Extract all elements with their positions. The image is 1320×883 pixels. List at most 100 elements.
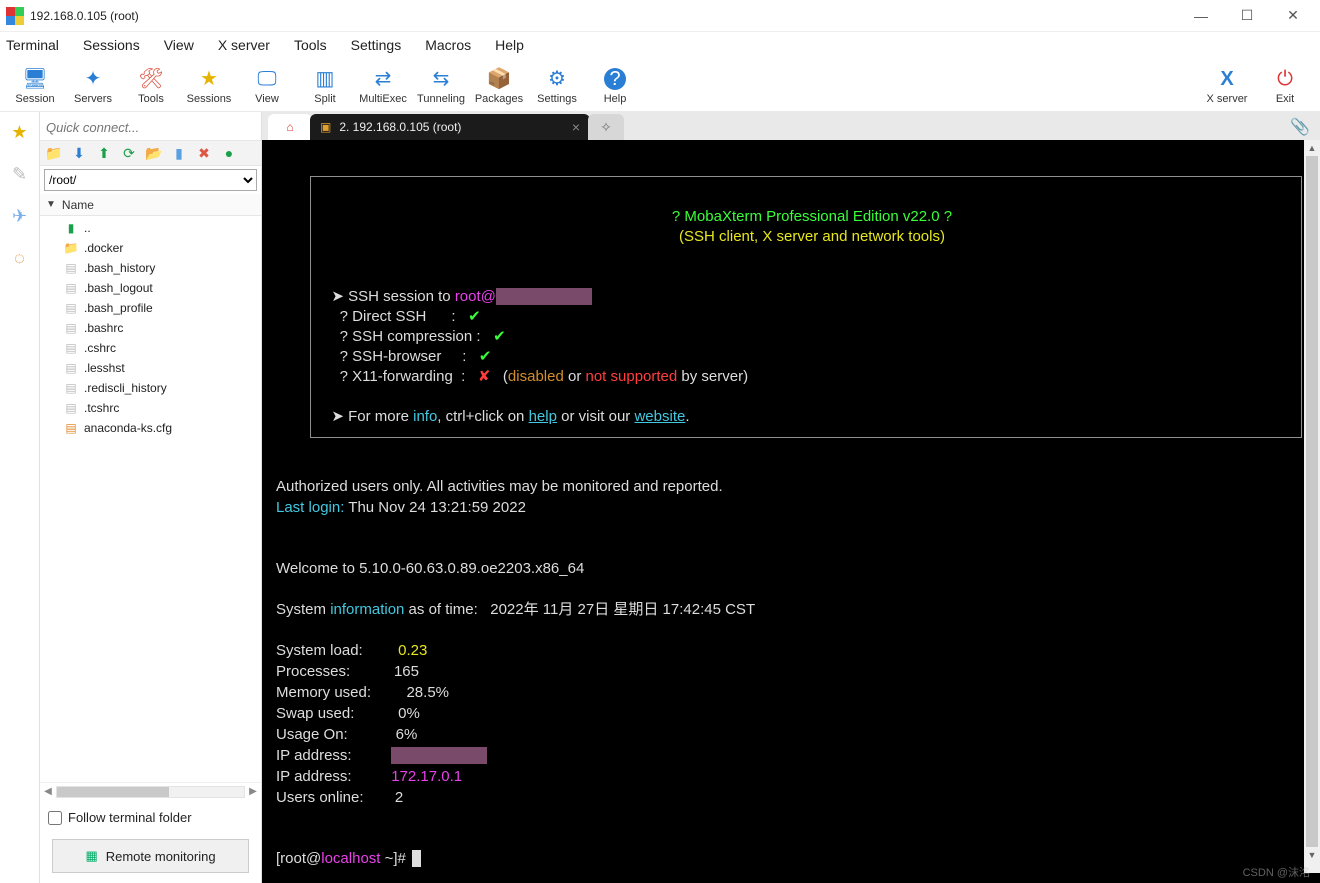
file-row[interactable]: ▮.. [46, 218, 261, 238]
cross-icon: ✘ [478, 368, 491, 385]
toolbar-settings[interactable]: ⚙Settings [528, 65, 586, 106]
favorites-icon[interactable]: ★ [6, 118, 34, 146]
menu-tools[interactable]: Tools [292, 35, 329, 55]
folder-plus-icon[interactable]: 📂 [146, 145, 162, 161]
follow-terminal-label: Follow terminal folder [68, 810, 192, 825]
file-name: .docker [84, 241, 123, 255]
file-row[interactable]: ▤.tcshrc [46, 398, 261, 418]
file-row[interactable]: ▤.bash_logout [46, 278, 261, 298]
tools-icon: 🛠 [122, 65, 180, 93]
more-info: info [413, 408, 437, 425]
tab-new[interactable]: ✧ [588, 114, 624, 140]
left-rail: ★ ✎ ✈ ◌ [0, 112, 40, 883]
sessions-icon[interactable]: ✎ [6, 160, 34, 188]
tab-close-icon[interactable]: × [572, 119, 580, 135]
minimize-button[interactable]: — [1178, 0, 1224, 32]
tools-icon[interactable]: ✈ [6, 202, 34, 230]
file-hscrollbar[interactable]: ◀▶ [40, 782, 261, 800]
toolbar-session[interactable]: 🖥Session [6, 65, 64, 106]
sessions-icon: ★ [180, 65, 238, 93]
remote-monitoring-button[interactable]: ▦ Remote monitoring [52, 839, 249, 873]
toolbar-xserver[interactable]: XX server [1198, 65, 1256, 106]
file-name: .rediscli_history [84, 381, 167, 395]
sysinfo-pre: System [276, 601, 330, 618]
menu-terminal[interactable]: Terminal [4, 35, 61, 55]
help-icon: ? [586, 65, 644, 93]
tab-home[interactable]: ⌂ [268, 114, 312, 140]
download-icon[interactable]: ⬇ [71, 145, 87, 161]
hidden-files-icon[interactable]: ● [221, 145, 237, 161]
file-row[interactable]: ▤.bashrc [46, 318, 261, 338]
file-row[interactable]: ▤ .bash_profile [46, 298, 261, 318]
menu-macros[interactable]: Macros [423, 35, 473, 55]
file-icon[interactable]: ▮ [171, 145, 187, 161]
menu-settings[interactable]: Settings [349, 35, 404, 55]
website-link[interactable]: website [634, 408, 685, 425]
file-row[interactable]: ▤.cshrc [46, 338, 261, 358]
toolbar-servers-label: Servers [64, 93, 122, 106]
ssh-host-redacted: 192.168.0.105 [496, 288, 592, 305]
file-name: .bash_profile [84, 301, 153, 315]
menu-view[interactable]: View [162, 35, 196, 55]
toolbar-sessions[interactable]: ★Sessions [180, 65, 238, 106]
file-name: anaconda-ks.cfg [84, 421, 172, 435]
toolbar-tunneling[interactable]: ⇆Tunneling [412, 65, 470, 106]
new-folder-icon[interactable]: 📁 [46, 145, 62, 161]
file-icon: ▤ [64, 301, 78, 315]
home-icon: ⌂ [286, 120, 293, 134]
follow-terminal-checkbox[interactable]: Follow terminal folder [40, 800, 261, 835]
maximize-button[interactable]: ☐ [1224, 0, 1270, 32]
file-row[interactable]: ▤.rediscli_history [46, 378, 261, 398]
x11-disabled: disabled [508, 368, 564, 385]
upload-icon[interactable]: ⬆ [96, 145, 112, 161]
last-login-label: Last login: [276, 499, 344, 516]
toolbar-exit-label: Exit [1256, 93, 1314, 106]
refresh-icon[interactable]: ⟳ [121, 145, 137, 161]
window-title: 192.168.0.105 (root) [30, 9, 139, 23]
menu-sessions[interactable]: Sessions [81, 35, 142, 55]
quick-connect[interactable] [40, 112, 261, 140]
toolbar-help[interactable]: ?Help [586, 65, 644, 106]
menu-help[interactable]: Help [493, 35, 526, 55]
attachment-icon[interactable]: 📎 [1290, 117, 1310, 137]
tunneling-icon: ⇆ [412, 65, 470, 93]
menu-x-server[interactable]: X server [216, 35, 272, 55]
macros-icon[interactable]: ◌ [6, 244, 34, 272]
file-header-name: Name [62, 198, 94, 212]
file-list-header[interactable]: ▼Name [40, 194, 261, 216]
help-link[interactable]: help [529, 408, 557, 425]
servers-icon: ✦ [64, 65, 122, 93]
file-icon: ▤ [64, 281, 78, 295]
follow-terminal-input[interactable] [48, 811, 62, 825]
watermark: CSDN @沫洺 [1243, 863, 1310, 883]
toolbar-tools-label: Tools [122, 93, 180, 106]
file-row[interactable]: ▤.lesshst [46, 358, 261, 378]
tab-session[interactable]: ▣ 2. 192.168.0.105 (root) × [310, 114, 590, 140]
toolbar-packages[interactable]: 📦Packages [470, 65, 528, 106]
toolbar-servers[interactable]: ✦Servers [64, 65, 122, 106]
delete-icon[interactable]: ✖ [196, 145, 212, 161]
quick-connect-input[interactable] [46, 116, 255, 138]
terminal-icon: ▣ [320, 120, 331, 134]
packages-icon: 📦 [470, 65, 528, 93]
more-mid: , ctrl+click on [437, 408, 528, 425]
file-icon: ▤ [64, 421, 78, 435]
last-login-value: Thu Nov 24 13:21:59 2022 [344, 499, 526, 516]
file-row[interactable]: ▤ anaconda-ks.cfg [46, 418, 261, 438]
toolbar-exit[interactable]: ⏻Exit [1256, 65, 1314, 106]
terminal-scrollbar[interactable]: ▲▼ [1304, 140, 1320, 873]
file-list[interactable]: ▮..📁.docker▤.bash_history▤.bash_logout▤.… [40, 216, 261, 782]
file-row[interactable]: 📁.docker [46, 238, 261, 258]
prompt-path: ~]# [380, 850, 410, 867]
split-icon: ▥ [296, 65, 354, 93]
sftp-path-select[interactable]: /root/ [44, 169, 257, 191]
toolbar-split-label: Split [296, 93, 354, 106]
toolbar-multiexec[interactable]: ⇄MultiExec [354, 65, 412, 106]
more-pre: For more [348, 408, 413, 425]
close-button[interactable]: ✕ [1270, 0, 1316, 32]
terminal[interactable]: ? MobaXterm Professional Edition v22.0 ?… [262, 140, 1320, 883]
toolbar-tools[interactable]: 🛠Tools [122, 65, 180, 106]
file-row[interactable]: ▤.bash_history [46, 258, 261, 278]
toolbar-split[interactable]: ▥Split [296, 65, 354, 106]
toolbar-view[interactable]: 🖵View [238, 65, 296, 106]
